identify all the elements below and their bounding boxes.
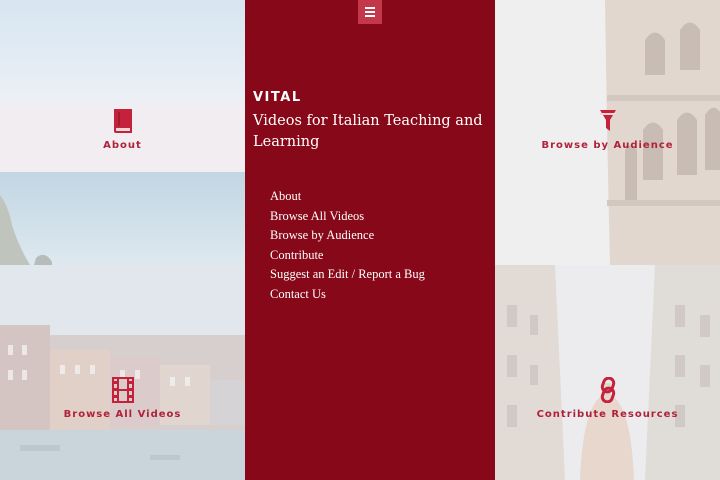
hamburger-icon xyxy=(365,7,375,17)
contribute-tile[interactable]: Contribute Resources xyxy=(495,265,720,480)
nav-link-suggest-edit[interactable]: Suggest an Edit / Report a Bug xyxy=(270,265,425,285)
site-name: VITAL xyxy=(253,90,302,105)
about-tile[interactable]: About xyxy=(0,0,245,265)
nav-link-browse-all-videos[interactable]: Browse All Videos xyxy=(270,207,425,227)
menu-button[interactable] xyxy=(358,0,382,24)
center-panel: VITAL Videos for Italian Teaching and Le… xyxy=(245,0,495,480)
browse-audience-tile-label: Browse by Audience xyxy=(541,140,674,151)
site-subtitle: Videos for Italian Teaching and Learning xyxy=(253,113,483,150)
browse-audience-tile[interactable]: Browse by Audience xyxy=(495,0,720,265)
browse-videos-tile[interactable]: Browse All Videos xyxy=(0,265,245,480)
nav-link-contribute[interactable]: Contribute xyxy=(270,246,425,266)
link-icon xyxy=(593,375,623,405)
browse-videos-tile-label: Browse All Videos xyxy=(63,409,182,420)
contribute-tile-label: Contribute Resources xyxy=(536,409,679,420)
nav-link-browse-by-audience[interactable]: Browse by Audience xyxy=(270,226,425,246)
about-tile-label: About xyxy=(103,140,142,151)
nav-link-contact-us[interactable]: Contact Us xyxy=(270,285,425,305)
funnel-icon xyxy=(593,106,623,136)
book-icon xyxy=(108,106,138,136)
nav-link-about[interactable]: About xyxy=(270,187,425,207)
main-nav: About Browse All Videos Browse by Audien… xyxy=(270,187,425,304)
film-icon xyxy=(108,375,138,405)
